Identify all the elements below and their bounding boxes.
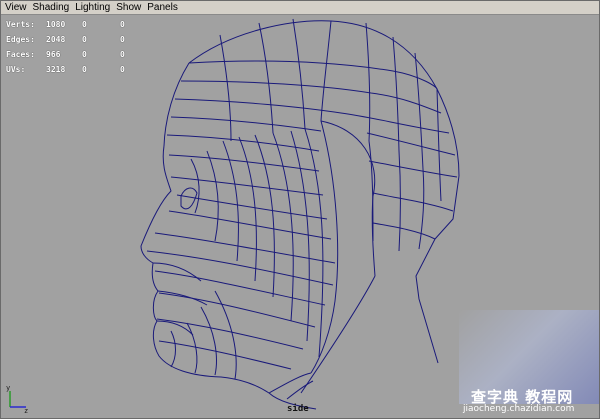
hud-verts-label: Verts: bbox=[6, 20, 35, 29]
hud-uvs-value: 3218 bbox=[46, 65, 66, 74]
menu-lighting[interactable]: Lighting bbox=[72, 1, 113, 14]
hud-uvs-label: UVs: bbox=[6, 65, 26, 74]
menu-panels[interactable]: Panels bbox=[144, 1, 181, 14]
hud-uvs-b: 0 bbox=[120, 65, 125, 74]
hud-row-edges: Edges: 2048 0 0 bbox=[6, 32, 125, 47]
hud-edges-b: 0 bbox=[120, 35, 125, 44]
hud-row-verts: Verts: 1080 0 0 bbox=[6, 17, 125, 32]
hud-verts-b: 0 bbox=[120, 20, 125, 29]
menu-shading[interactable]: Shading bbox=[30, 1, 73, 14]
menu-view[interactable]: View bbox=[1, 1, 30, 14]
watermark-url: jiaocheng.chazidian.com bbox=[463, 404, 575, 414]
axis-z-label: z bbox=[24, 407, 28, 413]
hud-edges-label: Edges: bbox=[6, 35, 35, 44]
poly-count-hud: Verts: 1080 0 0 Edges: 2048 0 0 Faces: 9… bbox=[6, 17, 125, 77]
hud-faces-label: Faces: bbox=[6, 50, 35, 59]
hud-uvs-a: 0 bbox=[82, 65, 87, 74]
maya-side-viewport-panel: View Shading Lighting Show Panels Verts:… bbox=[0, 0, 600, 419]
hud-faces-a: 0 bbox=[82, 50, 87, 59]
hud-faces-b: 0 bbox=[120, 50, 125, 59]
menu-show[interactable]: Show bbox=[113, 1, 144, 14]
hud-faces-value: 966 bbox=[46, 50, 61, 59]
hud-row-uvs: UVs: 3218 0 0 bbox=[6, 62, 125, 77]
wireframe-edges bbox=[140, 18, 460, 410]
hud-verts-a: 0 bbox=[82, 20, 87, 29]
camera-name-label: side bbox=[287, 404, 309, 414]
panel-menubar: View Shading Lighting Show Panels bbox=[1, 1, 599, 15]
hud-edges-value: 2048 bbox=[46, 35, 66, 44]
hud-row-faces: Faces: 966 0 0 bbox=[6, 47, 125, 62]
hud-edges-a: 0 bbox=[82, 35, 87, 44]
view-axis-gizmo-icon: y z bbox=[6, 384, 28, 413]
hud-verts-value: 1080 bbox=[46, 20, 66, 29]
axis-y-label: y bbox=[6, 384, 10, 392]
